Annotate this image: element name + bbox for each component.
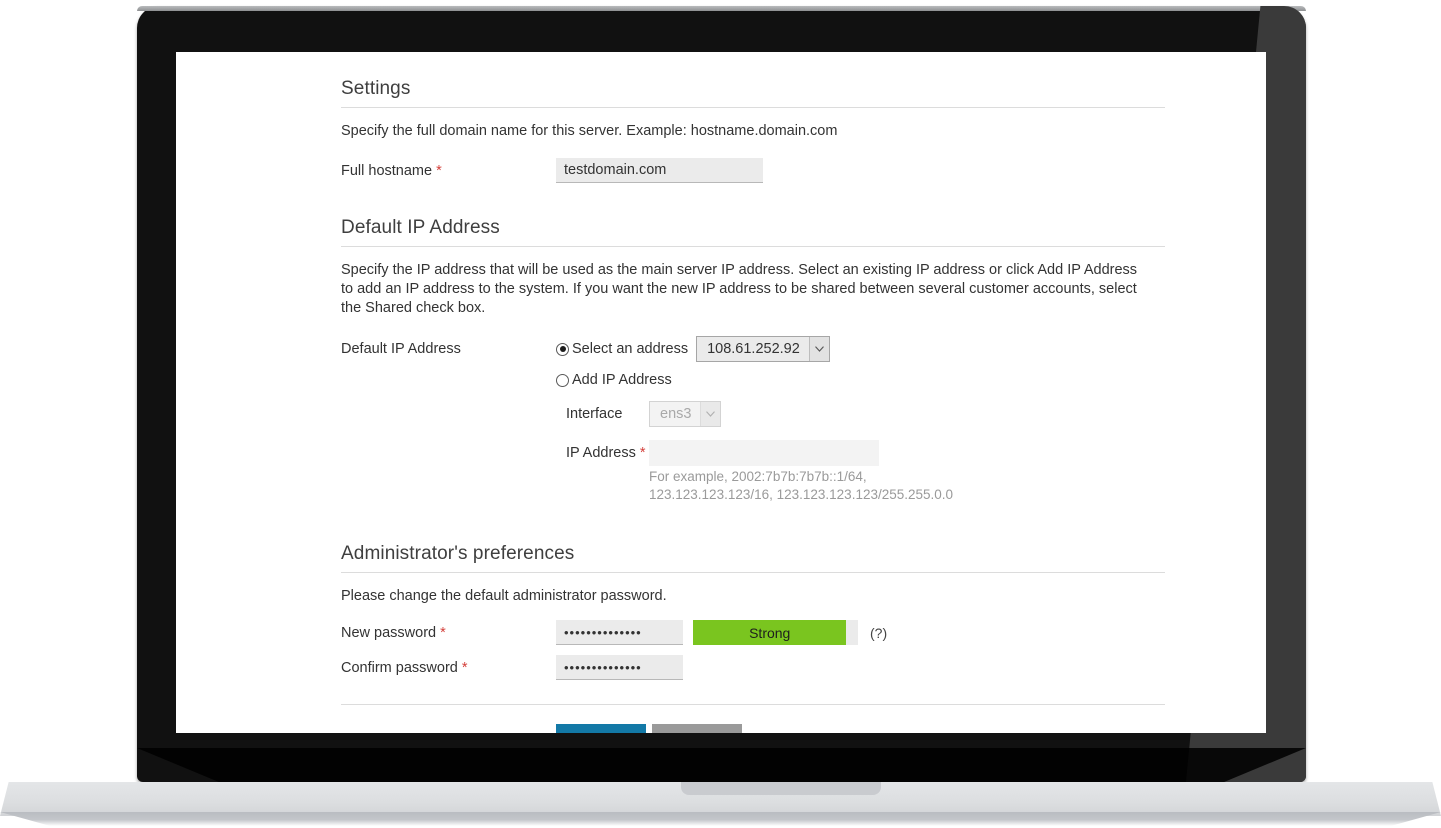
new-password-row: New password * Strong (?) [341, 620, 1165, 645]
settings-section-description: Specify the full domain name for this se… [341, 123, 838, 139]
password-strength-meter: Strong [693, 620, 858, 645]
select-address-radio[interactable] [556, 342, 569, 356]
lid-bottom-shade [137, 748, 1306, 782]
address-select-value: 108.61.252.92 [707, 341, 800, 357]
select-address-option[interactable]: Select an address 108.61.252.92 [556, 336, 1165, 362]
full-hostname-input[interactable] [556, 158, 763, 183]
chevron-down-icon [808, 337, 829, 361]
laptop-screen: Settings Specify the full domain name fo… [176, 52, 1266, 733]
ip-address-input[interactable] [649, 440, 879, 466]
required-asterisk: * [461, 660, 468, 676]
new-password-label-text: New password [341, 625, 437, 641]
form-footer: * Required fields OK Cancel [341, 704, 1165, 733]
confirm-password-row: Confirm password * [341, 655, 1165, 680]
interface-select[interactable]: ens3 [649, 401, 722, 427]
screenshot-stage: Settings Specify the full domain name fo… [0, 0, 1441, 828]
ip-address-hint: For example, 2002:7b7b:7b7b::1/64, 123.1… [649, 469, 954, 502]
full-hostname-label: Full hostname * [341, 158, 556, 181]
ip-address-label: IP Address * [566, 440, 649, 463]
chevron-down-icon [700, 402, 721, 426]
ip-address-row: IP Address * For example, 2002:7b7b:7b7b… [556, 440, 1165, 504]
lid-top-highlight [137, 6, 1306, 11]
required-asterisk: * [436, 163, 442, 179]
confirm-password-field [556, 655, 1165, 680]
default-ip-section-title: Default IP Address [341, 217, 1165, 247]
laptop-base-notch [681, 782, 881, 795]
password-help-icon[interactable]: (?) [870, 625, 887, 641]
new-password-input[interactable] [556, 620, 683, 645]
settings-page: Settings Specify the full domain name fo… [176, 52, 1266, 733]
ip-address-field: For example, 2002:7b7b:7b7b::1/64, 123.1… [649, 440, 979, 504]
password-strength-label: Strong [749, 624, 791, 641]
confirm-password-input[interactable] [556, 655, 683, 680]
add-ip-label: Add IP Address [572, 372, 672, 388]
password-strength-fill: Strong [693, 620, 847, 645]
settings-section-title: Settings [341, 78, 1165, 108]
default-ip-options: Select an address 108.61.252.92 Add IP A… [556, 336, 1165, 504]
interface-label: Interface [566, 406, 623, 422]
required-asterisk: * [440, 625, 446, 641]
admin-section-title: Administrator's preferences [341, 543, 1165, 573]
laptop-base-lip [0, 812, 1441, 826]
cancel-button[interactable]: Cancel [652, 724, 742, 733]
admin-section-description: Please change the default administrator … [341, 588, 667, 604]
required-asterisk: * [639, 445, 646, 461]
default-ip-label: Default IP Address [341, 341, 461, 357]
interface-field: ens3 [649, 401, 722, 427]
full-hostname-row: Full hostname * [341, 158, 1165, 183]
address-select[interactable]: 108.61.252.92 [696, 336, 830, 362]
default-ip-section-description: Specify the IP address that will be used… [341, 262, 1138, 316]
confirm-password-label: Confirm password * [341, 655, 556, 678]
ip-address-label-text: IP Address [566, 445, 636, 461]
full-hostname-field [556, 158, 1165, 183]
add-ip-option[interactable]: Add IP Address [556, 372, 1165, 388]
interface-row: Interface ens3 [556, 401, 1165, 427]
add-ip-radio[interactable] [556, 373, 569, 387]
full-hostname-label-text: Full hostname [341, 163, 433, 179]
confirm-password-label-text: Confirm password [341, 660, 458, 676]
ok-button[interactable]: OK [556, 724, 646, 733]
default-ip-row: Default IP Address Select an address 108… [341, 336, 1165, 504]
new-password-label: New password * [341, 620, 556, 643]
new-password-field: Strong (?) [556, 620, 1165, 645]
settings-form: Settings Specify the full domain name fo… [341, 78, 1165, 733]
select-address-label: Select an address [572, 341, 689, 357]
interface-select-value: ens3 [660, 406, 692, 422]
